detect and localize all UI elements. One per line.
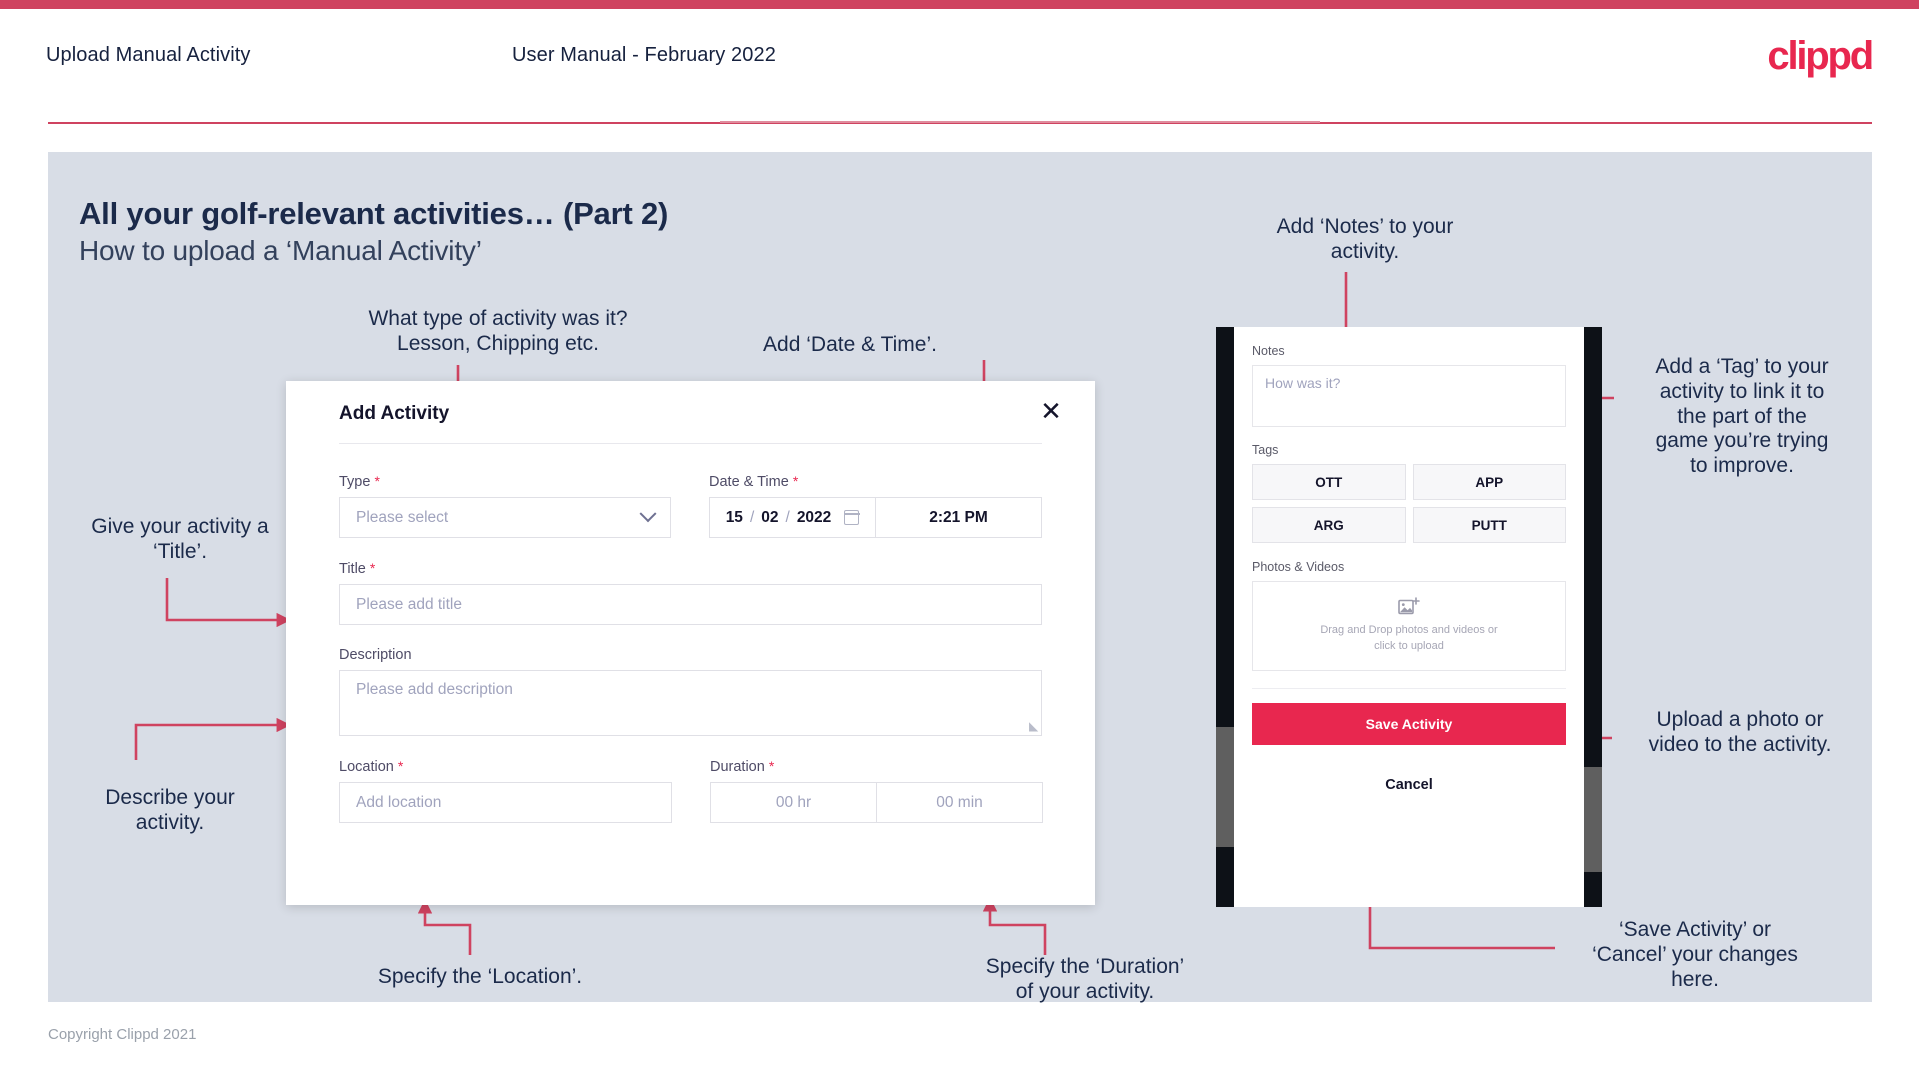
description-textarea[interactable]: Please add description ◢ xyxy=(339,670,1042,736)
date-month: 02 xyxy=(761,508,779,526)
phone-frame-right-segment xyxy=(1584,767,1602,872)
date-day: 15 xyxy=(725,508,743,526)
calendar-icon[interactable] xyxy=(843,510,860,525)
duration-input-group: 00 hr 00 min xyxy=(710,782,1043,823)
dropzone-line-2: click to upload xyxy=(1374,640,1444,652)
slide-page: Upload Manual Activity User Manual - Feb… xyxy=(0,0,1919,1079)
type-label: Type * xyxy=(339,473,671,490)
duration-hours-placeholder: 00 hr xyxy=(775,793,812,811)
header-subtitle: User Manual - February 2022 xyxy=(512,44,776,66)
required-mark: * xyxy=(768,758,775,774)
notes-textarea[interactable]: How was it? xyxy=(1252,365,1566,427)
annotation-title: Give your activity a ‘Title’. xyxy=(91,515,269,563)
tags-grid: OTT APP ARG PUTT xyxy=(1252,464,1566,543)
tags-label: Tags xyxy=(1252,443,1279,457)
slide-title: All your golf-relevant activities… (Part… xyxy=(79,196,669,231)
field-datetime: Date & Time * 15 / 02 / 2022 2:21 PM xyxy=(709,473,1042,538)
type-label-text: Type xyxy=(339,474,371,490)
title-input[interactable]: Please add title xyxy=(339,584,1042,625)
notes-label: Notes xyxy=(1252,344,1285,358)
annotation-upload: Upload a photo or video to the activity. xyxy=(1648,708,1832,756)
tag-button-arg[interactable]: ARG xyxy=(1252,507,1406,543)
dialog-title: Add Activity xyxy=(339,403,450,424)
datetime-label-text: Date & Time xyxy=(709,474,789,490)
tag-button-putt[interactable]: PUTT xyxy=(1412,507,1566,543)
form-row-location-duration: Location * Add location Duration * 00 hr xyxy=(339,758,1043,823)
resize-grip-icon[interactable]: ◢ xyxy=(1029,719,1038,733)
add-image-icon xyxy=(1398,597,1420,615)
description-label: Description xyxy=(339,647,412,663)
description-placeholder: Please add description xyxy=(356,681,513,698)
top-accent-bar xyxy=(0,0,1919,9)
type-select[interactable]: Please select xyxy=(339,497,671,538)
tag-button-app[interactable]: APP xyxy=(1412,464,1566,500)
header-divider-soft xyxy=(720,121,1320,123)
required-mark: * xyxy=(369,560,376,576)
title-label-text: Title xyxy=(339,561,366,577)
clippd-logo: clippd xyxy=(1767,34,1874,78)
annotation-tags: Add a ‘Tag’ to your activity to link it … xyxy=(1655,355,1829,478)
location-label: Location * xyxy=(339,758,672,775)
date-sep: / xyxy=(749,508,755,526)
phone-frame-left-segment xyxy=(1216,727,1234,847)
title-label: Title * xyxy=(339,560,1042,577)
date-input[interactable]: 15 / 02 / 2022 xyxy=(710,498,876,537)
duration-hours-input[interactable]: 00 hr xyxy=(711,783,877,822)
phone-divider xyxy=(1252,688,1566,689)
datetime-label: Date & Time * xyxy=(709,473,1042,490)
field-location: Location * Add location xyxy=(339,758,672,823)
annotation-description: Describe your activity. xyxy=(105,786,235,834)
duration-minutes-placeholder: 00 min xyxy=(936,793,983,811)
duration-label-text: Duration xyxy=(710,759,765,775)
date-sep: / xyxy=(785,508,790,526)
photos-videos-label: Photos & Videos xyxy=(1252,560,1345,574)
time-input[interactable]: 2:21 PM xyxy=(876,498,1041,537)
dropzone-line-1: Drag and Drop photos and videos or xyxy=(1320,624,1498,637)
annotation-location: Specify the ‘Location’. xyxy=(377,965,583,988)
field-title: Title * Please add title xyxy=(339,560,1042,625)
notes-placeholder: How was it? xyxy=(1265,375,1341,391)
phone-frame-left xyxy=(1216,327,1234,907)
phone-frame-right xyxy=(1584,327,1602,907)
annotation-duration: Specify the ‘Duration’ of your activity. xyxy=(985,955,1185,1003)
location-label-text: Location xyxy=(339,759,394,775)
form-row-type-datetime: Type * Please select Date & Time * 15 / … xyxy=(339,473,1042,538)
add-activity-dialog: Add Activity ✕ Type * Please select Date… xyxy=(286,381,1095,905)
phone-mockup: Notes How was it? Tags OTT APP ARG PUTT … xyxy=(1216,327,1602,907)
dropzone-text: Drag and Drop photos and videos or click… xyxy=(1320,623,1497,655)
tag-button-ott[interactable]: OTT xyxy=(1252,464,1406,500)
footer-copyright: Copyright Clippd 2021 xyxy=(48,1026,197,1043)
save-activity-button[interactable]: Save Activity xyxy=(1252,703,1566,745)
photo-dropzone[interactable]: Drag and Drop photos and videos or click… xyxy=(1252,581,1566,671)
dialog-header: Add Activity ✕ xyxy=(286,381,1095,443)
phone-screen: Notes How was it? Tags OTT APP ARG PUTT … xyxy=(1234,327,1584,907)
required-mark: * xyxy=(374,473,380,489)
duration-label: Duration * xyxy=(710,758,1043,775)
title-placeholder: Please add title xyxy=(356,595,462,613)
slide-subtitle: How to upload a ‘Manual Activity’ xyxy=(79,235,482,266)
close-icon[interactable]: ✕ xyxy=(1037,397,1065,425)
annotation-save: ‘Save Activity’ or ‘Cancel’ your changes… xyxy=(1592,918,1798,991)
annotation-datetime: Add ‘Date & Time’. xyxy=(763,333,937,356)
dialog-divider xyxy=(339,443,1042,444)
time-value: 2:21 PM xyxy=(929,508,988,526)
location-placeholder: Add location xyxy=(356,793,442,811)
duration-minutes-input[interactable]: 00 min xyxy=(877,783,1042,822)
required-mark: * xyxy=(397,758,404,774)
required-mark: * xyxy=(792,473,799,489)
field-duration: Duration * 00 hr 00 min xyxy=(710,758,1043,823)
cancel-button[interactable]: Cancel xyxy=(1252,765,1566,805)
field-description: Description Please add description ◢ xyxy=(339,647,1042,736)
field-type: Type * Please select xyxy=(339,473,671,538)
activity-form: Type * Please select Date & Time * 15 / … xyxy=(339,473,1043,823)
location-input[interactable]: Add location xyxy=(339,782,672,823)
type-placeholder: Please select xyxy=(356,508,449,526)
datetime-input-group: 15 / 02 / 2022 2:21 PM xyxy=(709,497,1042,538)
annotation-type: What type of activity was it? Lesson, Ch… xyxy=(368,307,628,355)
page-title: Upload Manual Activity xyxy=(46,44,251,66)
chevron-down-icon xyxy=(639,504,657,522)
annotation-notes: Add ‘Notes’ to your activity. xyxy=(1276,215,1454,263)
date-year: 2022 xyxy=(796,508,832,526)
